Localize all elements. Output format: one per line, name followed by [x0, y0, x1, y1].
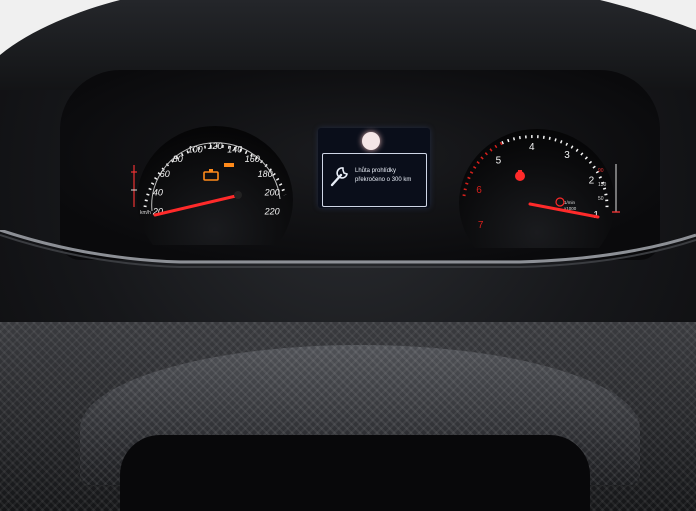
- speed-label-80: 80: [173, 154, 183, 164]
- speed-label-200: 200: [264, 187, 280, 197]
- rpm-label-4: 4: [529, 142, 535, 153]
- temp-tick-3: 50: [598, 196, 604, 202]
- dashboard-recess: [120, 435, 590, 511]
- service-message-line-1: Lhůta prohlídky: [355, 168, 397, 174]
- speed-label-100: 100: [188, 144, 203, 154]
- rpm-unit-line-1: 1/min: [564, 200, 576, 205]
- speed-label-180: 180: [258, 169, 273, 179]
- speed-label-120: 120: [207, 141, 222, 151]
- rpm-label-5: 5: [496, 156, 502, 167]
- rpm-label-6: 6: [476, 185, 482, 196]
- center-display: Lhůta prohlídky překročeno o 300 km: [318, 128, 430, 208]
- rpm-label-2: 2: [589, 176, 595, 187]
- temp-tick-2: 130: [598, 182, 607, 188]
- service-indicator-light: [362, 132, 380, 150]
- rpm-label-3: 3: [564, 150, 570, 161]
- service-message-line-2: překročeno o 300 km: [355, 177, 412, 183]
- speed-label-60: 60: [160, 169, 170, 179]
- wrench-icon: [330, 167, 348, 187]
- temp-tick-1: 90: [598, 168, 604, 174]
- temperature-gauge-right: 90 130 50: [598, 164, 620, 213]
- speed-label-140: 140: [227, 144, 242, 154]
- speedometer: 20406080100 120 140160180200220 km/h: [137, 126, 293, 245]
- chrome-trim: [0, 230, 696, 268]
- speed-label-220: 220: [264, 207, 280, 217]
- instrument-cluster-photo: 20 40 60 80 100 120 140 160 180 200 220 km/h Lhůta…: [0, 0, 696, 511]
- fuel-gauge-left: [131, 165, 137, 207]
- speed-label-40: 40: [153, 187, 163, 197]
- speed-label-160: 160: [245, 154, 260, 164]
- service-message: Lhůta prohlídky překročeno o 300 km: [355, 167, 425, 185]
- service-message-box: Lhůta prohlídky překročeno o 300 km: [322, 153, 427, 207]
- orange-indicator-icon: [224, 163, 234, 167]
